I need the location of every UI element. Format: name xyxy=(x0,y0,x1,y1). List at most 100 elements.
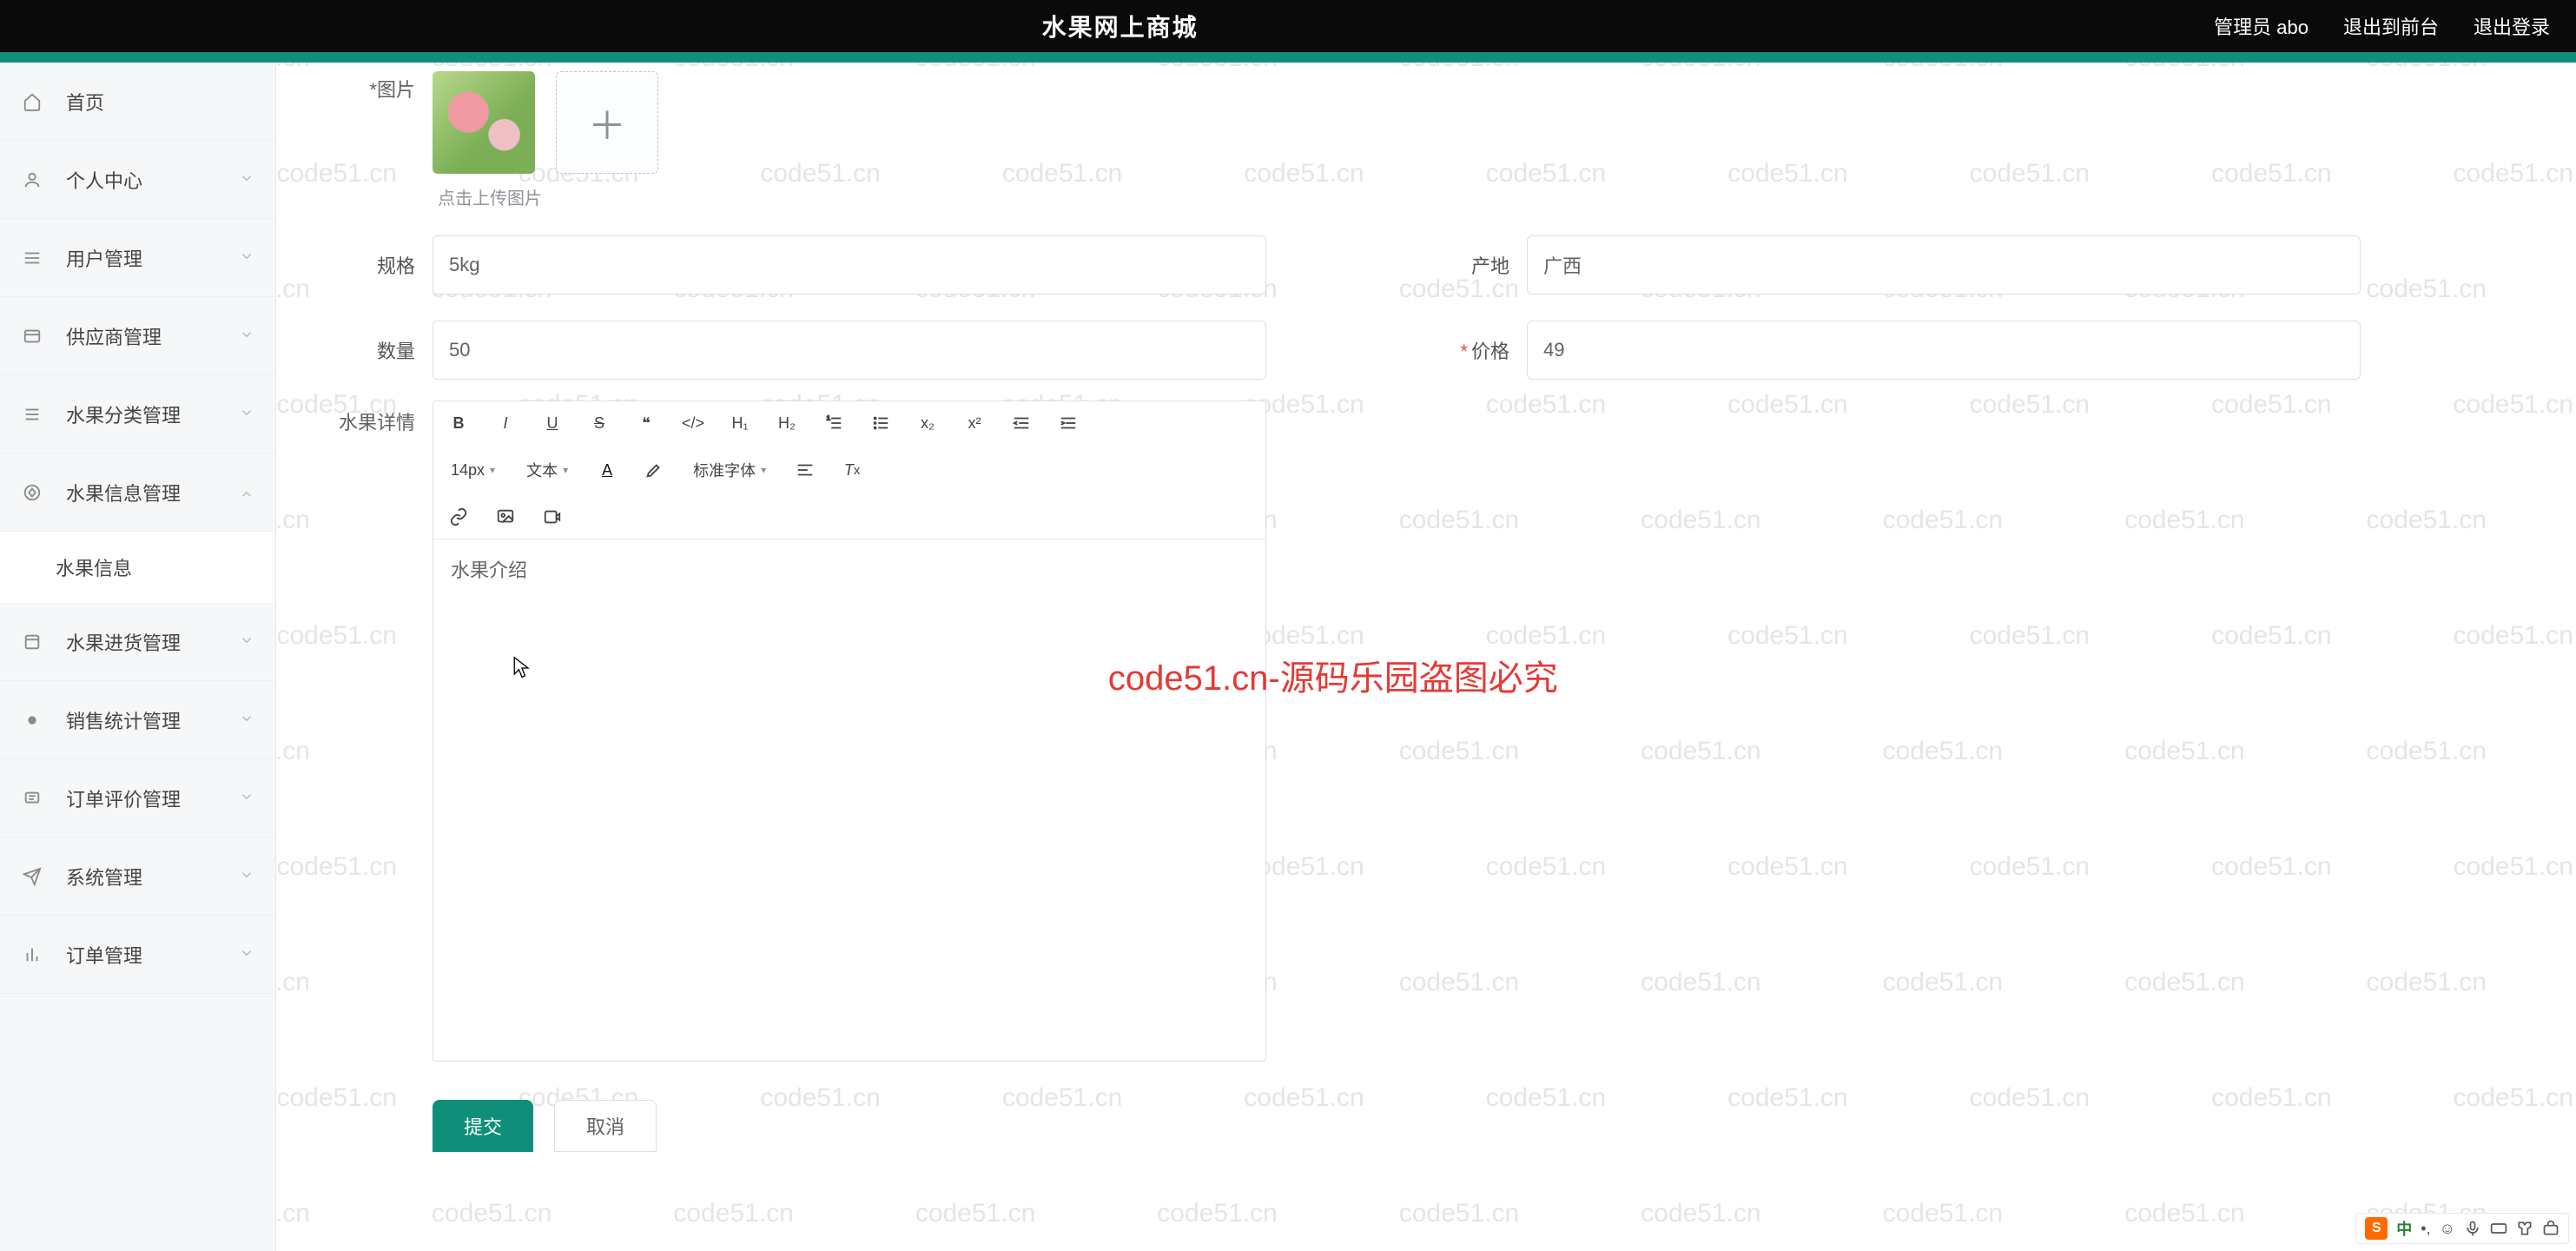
price-label: *价格 xyxy=(1405,336,1509,364)
video-icon[interactable] xyxy=(539,504,565,530)
editor-content[interactable]: 水果介绍 xyxy=(433,539,1265,1061)
origin-label: 产地 xyxy=(1405,251,1509,279)
chevron-down-icon xyxy=(239,631,254,653)
sidebar-item-label: 销售统计管理 xyxy=(66,706,181,734)
outdent-icon[interactable] xyxy=(1008,410,1034,436)
add-image-button[interactable]: ＋ xyxy=(556,71,658,174)
current-user-label[interactable]: 管理员 abo xyxy=(2214,12,2308,40)
sidebar-item-label: 个人中心 xyxy=(66,166,142,194)
text-color-icon[interactable]: A xyxy=(594,457,620,483)
sidebar-item-purchase[interactable]: 水果进货管理 xyxy=(0,603,275,681)
sidebar-sub-label: 水果信息 xyxy=(56,553,132,581)
header-actions: 管理员 abo 退出到前台 退出登录 xyxy=(2214,12,2550,40)
app-header: 水果网上商城 管理员 abo 退出到前台 退出登录 xyxy=(0,0,2576,52)
form-buttons: 提交 取消 xyxy=(433,1100,2541,1152)
cancel-button[interactable]: 取消 xyxy=(554,1100,657,1152)
chevron-down-icon xyxy=(239,403,254,426)
sidebar-item-profile[interactable]: 个人中心 xyxy=(0,141,275,219)
code-icon[interactable]: </> xyxy=(680,410,706,436)
ime-keyboard-icon[interactable] xyxy=(2490,1220,2507,1237)
origin-input[interactable] xyxy=(1527,235,2361,295)
qty-input[interactable] xyxy=(433,321,1266,380)
sidebar-item-reviews[interactable]: 订单评价管理 xyxy=(0,759,275,837)
sidebar: 首页 个人中心 用户管理 供应商管理 水果分类管理 水果信息管理 水 xyxy=(0,63,276,1251)
sidebar-item-suppliers[interactable]: 供应商管理 xyxy=(0,297,275,375)
ol-icon[interactable]: 1 xyxy=(821,410,847,436)
strike-icon[interactable]: S xyxy=(586,410,612,436)
sidebar-item-home[interactable]: 首页 xyxy=(0,63,275,141)
align-icon[interactable] xyxy=(792,457,818,483)
ime-toolbox-icon[interactable] xyxy=(2542,1220,2559,1237)
sidebar-sub-fruit-info[interactable]: 水果信息 xyxy=(0,532,275,603)
sidebar-item-users[interactable]: 用户管理 xyxy=(0,219,275,297)
chevron-down-icon xyxy=(239,865,254,888)
sidebar-item-label: 水果信息管理 xyxy=(66,479,181,506)
sogou-ime-icon[interactable]: S xyxy=(2365,1217,2388,1240)
sidebar-item-label: 水果分类管理 xyxy=(66,400,181,428)
supplier-icon xyxy=(23,327,50,346)
superscript-icon[interactable]: x² xyxy=(961,410,987,436)
app-title: 水果网上商城 xyxy=(26,9,2214,43)
image-upload-area: ＋ xyxy=(433,71,658,174)
info-icon xyxy=(23,483,50,502)
plus-icon: ＋ xyxy=(588,95,626,150)
image-icon[interactable] xyxy=(492,504,519,530)
stats-icon xyxy=(23,711,50,730)
users-icon xyxy=(23,248,50,268)
bold-icon[interactable]: B xyxy=(446,410,472,436)
uploaded-image-thumbnail[interactable] xyxy=(433,71,535,174)
indent-icon[interactable] xyxy=(1055,410,1081,436)
price-input[interactable] xyxy=(1527,321,2361,380)
font-family-select[interactable]: 标准字体▾ xyxy=(688,459,771,481)
font-size-select[interactable]: 14px▾ xyxy=(446,461,500,480)
detail-editor-row: 水果详情 B I U S ❝ </> H₁ H₂ 1 x₂ x² xyxy=(311,400,2541,1062)
sidebar-item-fruit-info[interactable]: 水果信息管理 xyxy=(0,453,275,532)
row-spec-origin: 规格 产地 xyxy=(311,235,2541,295)
sidebar-item-label: 订单管理 xyxy=(66,941,142,969)
submit-button[interactable]: 提交 xyxy=(433,1100,533,1152)
sidebar-item-label: 水果进货管理 xyxy=(66,628,181,656)
ime-punct-icon[interactable]: •, xyxy=(2421,1220,2430,1238)
ime-mic-icon[interactable] xyxy=(2464,1220,2481,1237)
sidebar-item-label: 系统管理 xyxy=(66,863,142,890)
text-style-select[interactable]: 文本▾ xyxy=(521,459,573,481)
sidebar-item-label: 订单评价管理 xyxy=(66,784,181,812)
go-to-frontend-link[interactable]: 退出到前台 xyxy=(2343,12,2439,40)
link-icon[interactable] xyxy=(446,504,472,530)
order-icon xyxy=(23,945,50,964)
sidebar-item-sales-stats[interactable]: 销售统计管理 xyxy=(0,681,275,759)
quote-icon[interactable]: ❝ xyxy=(633,410,659,436)
logout-link[interactable]: 退出登录 xyxy=(2474,12,2550,40)
required-asterisk: * xyxy=(1460,341,1468,362)
chevron-down-icon xyxy=(239,247,254,269)
sidebar-item-label: 供应商管理 xyxy=(66,322,162,350)
chevron-down-icon xyxy=(239,787,254,810)
home-icon xyxy=(23,92,50,111)
sidebar-item-orders[interactable]: 订单管理 xyxy=(0,916,275,994)
spec-input[interactable] xyxy=(433,235,1266,295)
highlight-icon[interactable] xyxy=(641,457,667,483)
spec-label: 规格 xyxy=(311,251,415,279)
editor-toolbar: B I U S ❝ </> H₁ H₂ 1 x₂ x² 14px▾ xyxy=(433,401,1265,539)
h1-icon[interactable]: H₁ xyxy=(727,410,753,436)
header-accent-2 xyxy=(0,57,2576,63)
system-icon xyxy=(23,867,50,886)
chevron-up-icon xyxy=(239,481,254,504)
required-asterisk: * xyxy=(369,79,377,101)
italic-icon[interactable]: I xyxy=(492,410,519,436)
detail-label: 水果详情 xyxy=(311,400,415,435)
sidebar-item-system[interactable]: 系统管理 xyxy=(0,837,275,916)
clear-format-icon[interactable]: Tx xyxy=(839,457,865,483)
ul-icon[interactable] xyxy=(868,410,894,436)
svg-text:1: 1 xyxy=(827,414,830,421)
image-upload-row: *图片 ＋ 点击上传图片 xyxy=(311,71,2541,209)
underline-icon[interactable]: U xyxy=(539,410,565,436)
ime-emoji-icon[interactable]: ☺ xyxy=(2440,1220,2455,1238)
chevron-down-icon xyxy=(239,943,254,966)
h2-icon[interactable]: H₂ xyxy=(774,410,800,436)
sidebar-item-categories[interactable]: 水果分类管理 xyxy=(0,375,275,453)
qty-label: 数量 xyxy=(311,336,415,364)
subscript-icon[interactable]: x₂ xyxy=(915,410,941,436)
ime-language-indicator[interactable]: 中 xyxy=(2396,1217,2412,1240)
ime-skin-icon[interactable] xyxy=(2516,1220,2533,1237)
